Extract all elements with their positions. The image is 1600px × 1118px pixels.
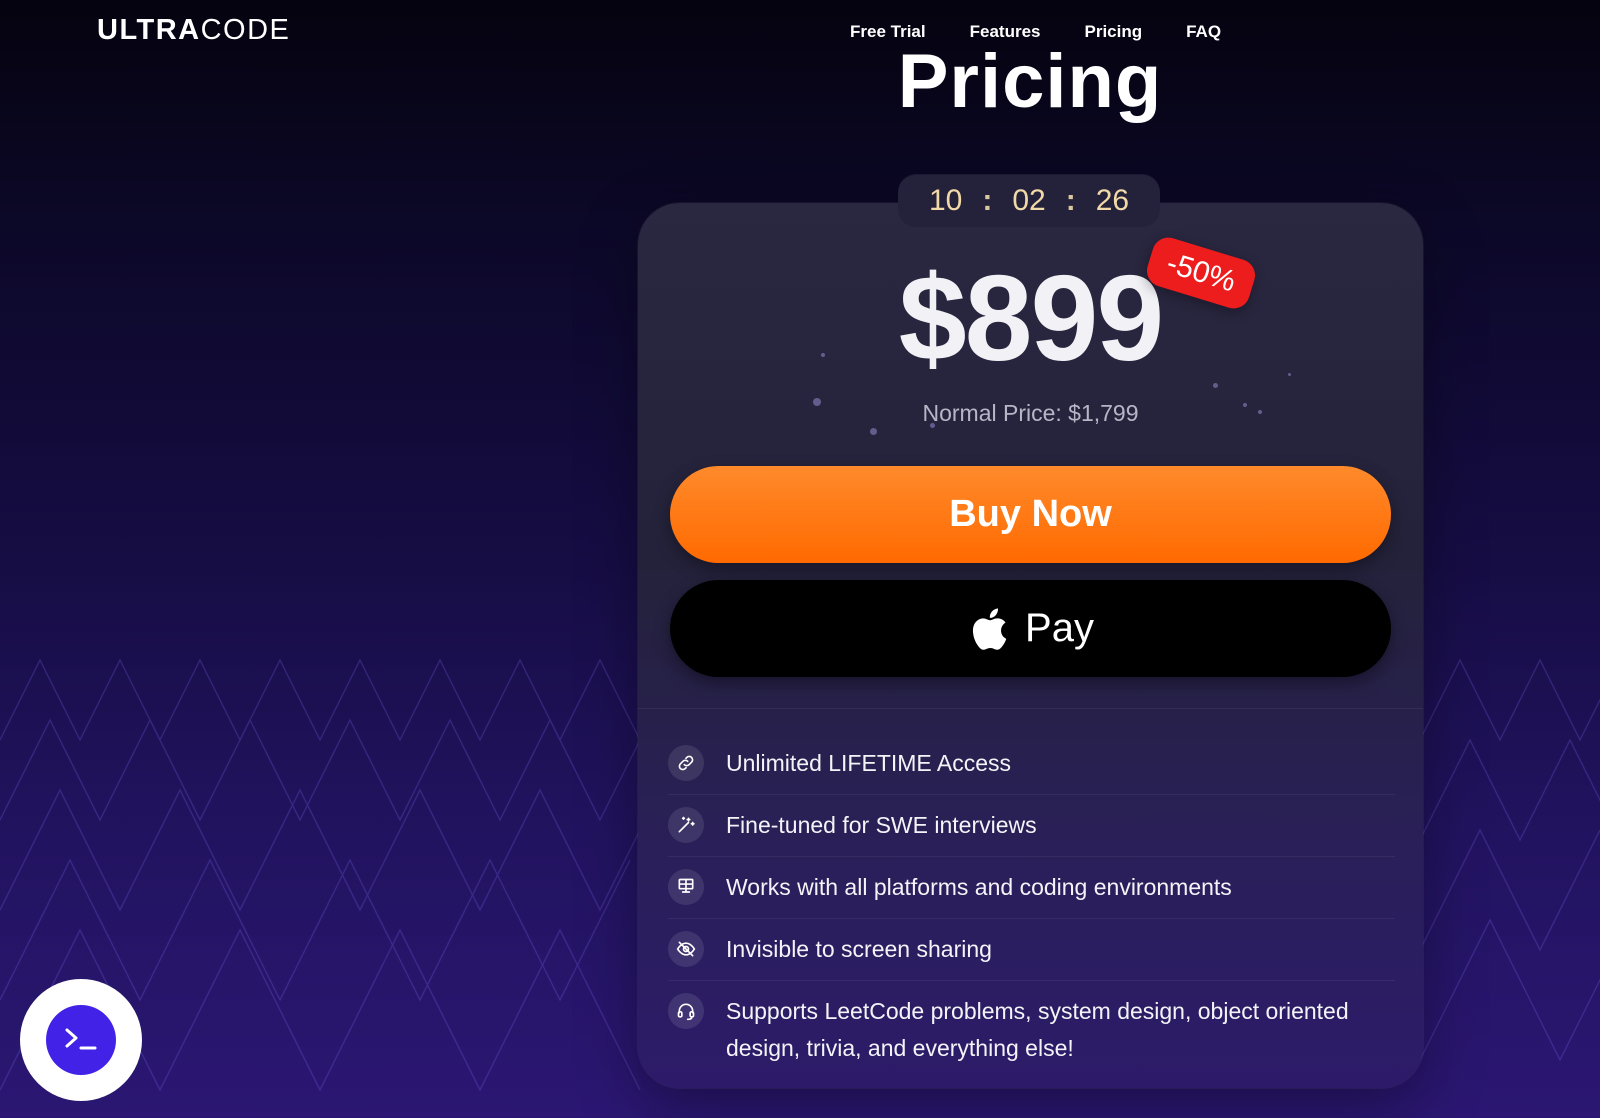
countdown-timer: 10 : 02 : 26 [898,175,1160,227]
feature-text: Invisible to screen sharing [726,936,992,962]
feature-text: Supports LeetCode problems, system desig… [726,998,1349,1061]
card-divider [638,708,1423,709]
feature-item: Unlimited LIFETIME Access [668,733,1395,795]
feature-text: Fine-tuned for SWE interviews [726,812,1037,838]
link-icon [668,745,704,781]
logo-bold-text: ULTRA [97,14,201,46]
apple-pay-label: Pay [1025,606,1094,650]
feature-text: Works with all platforms and coding envi… [726,874,1232,900]
brand-logo[interactable]: ULTRACODE [97,14,290,47]
headset-icon [668,993,704,1029]
apple-pay-button[interactable]: Pay [670,580,1391,677]
feature-item: Fine-tuned for SWE interviews [668,795,1395,857]
terminal-launcher-button[interactable] [20,979,142,1101]
magic-wand-icon [668,807,704,843]
pricing-card: $899 -50% Normal Price: $1,799 Buy Now P… [638,203,1423,1088]
terminal-icon [65,1028,97,1050]
feature-item: Supports LeetCode problems, system desig… [668,981,1395,1079]
launcher-inner [46,1005,116,1075]
buy-now-button[interactable]: Buy Now [670,466,1391,563]
page-title: Pricing [897,39,1163,124]
timer-minutes: 02 [1012,184,1046,217]
timer-separator: : [1065,184,1076,217]
timer-hours: 10 [928,184,963,217]
feature-text: Unlimited LIFETIME Access [726,750,1012,776]
logo-light-text: CODE [200,14,291,46]
timer-seconds: 26 [1095,184,1130,217]
apple-logo-icon [972,607,1007,650]
feature-item: Works with all platforms and coding envi… [668,857,1395,919]
feature-item: Invisible to screen sharing [668,919,1395,981]
eye-off-icon [668,931,704,967]
price: $899 [898,250,1164,386]
timer-separator: : [982,184,993,217]
feature-list: Unlimited LIFETIME Access Fine-tuned for… [668,733,1395,1079]
normal-price: Normal Price: $1,799 [922,400,1139,426]
decorative-dot [870,428,877,435]
monitor-grid-icon [668,869,704,905]
